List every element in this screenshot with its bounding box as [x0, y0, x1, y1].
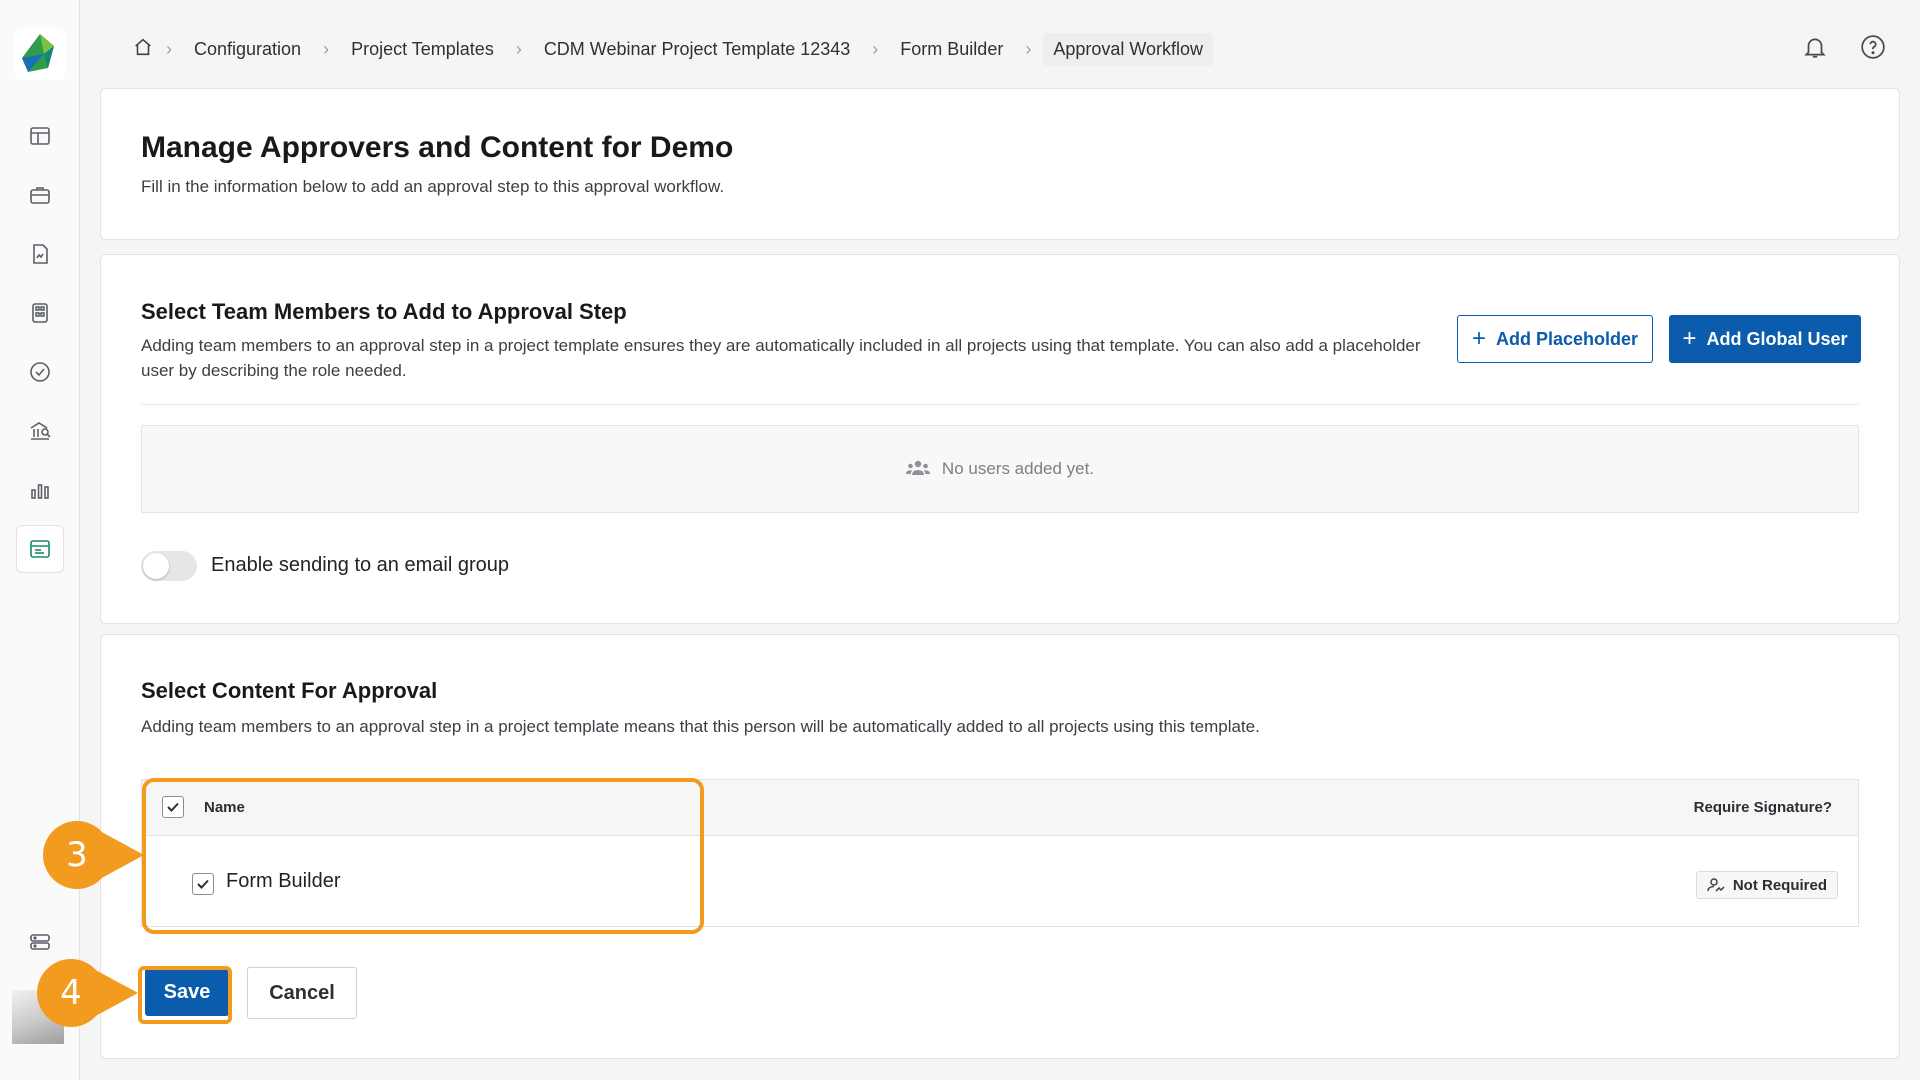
breadcrumb-configuration[interactable]: Configuration [184, 39, 311, 60]
breadcrumb-current: Approval Workflow [1043, 32, 1214, 66]
column-header-signature: Require Signature? [1693, 799, 1832, 816]
team-section-description: Adding team members to an approval step … [141, 336, 1421, 380]
step-3-highlight [142, 778, 704, 934]
step-3-number: 3 [66, 835, 88, 875]
content-section-description: Adding team members to an approval step … [141, 717, 1260, 736]
add-global-user-button[interactable]: + Add Global User [1669, 315, 1861, 363]
empty-state-text: No users added yet. [941, 459, 1095, 478]
page-description: Fill in the information below to add an … [141, 177, 725, 196]
topbar: › Configuration › Project Templates › CD… [80, 0, 1920, 88]
calculator-icon[interactable] [16, 289, 64, 337]
content-section-title: Select Content For Approval [141, 678, 438, 703]
help-icon[interactable] [1858, 32, 1888, 62]
document-icon[interactable] [16, 230, 64, 278]
step-4-number: 4 [60, 973, 82, 1013]
page-title: Manage Approvers and Content for Demo [141, 131, 734, 164]
toggle-knob [143, 553, 169, 579]
chevron-right-icon: › [515, 38, 522, 59]
signature-icon [1707, 878, 1725, 892]
briefcase-icon[interactable] [16, 171, 64, 219]
check-circle-icon[interactable] [16, 348, 64, 396]
breadcrumb: › Configuration › Project Templates › CD… [132, 32, 1214, 66]
layout-icon[interactable] [16, 112, 64, 160]
plus-icon: + [1471, 325, 1486, 352]
home-icon[interactable] [132, 36, 154, 63]
sidebar [0, 0, 80, 1080]
form-workflow-icon[interactable] [16, 525, 64, 573]
signature-status-badge[interactable]: Not Required [1695, 871, 1838, 899]
chevron-right-icon: › [323, 38, 330, 59]
team-members-card: Select Team Members to Add to Approval S… [100, 254, 1900, 624]
add-global-user-label: Add Global User [1706, 328, 1848, 349]
step-4-callout: 4 [30, 958, 140, 1033]
breadcrumb-project-templates[interactable]: Project Templates [341, 39, 504, 60]
users-icon [905, 460, 930, 475]
divider [141, 404, 1859, 405]
signature-status-text: Not Required [1732, 876, 1827, 894]
step-3-callout: 3 [36, 820, 146, 895]
add-placeholder-button[interactable]: + Add Placeholder [1457, 315, 1653, 363]
chevron-right-icon: › [872, 38, 879, 59]
app-logo[interactable] [14, 28, 66, 80]
plus-icon: + [1682, 325, 1697, 352]
cancel-button[interactable]: Cancel [247, 967, 357, 1019]
email-group-toggle[interactable] [141, 551, 197, 581]
breadcrumb-template[interactable]: CDM Webinar Project Template 12343 [534, 39, 860, 60]
institution-search-icon[interactable] [16, 407, 64, 455]
chevron-right-icon: › [1025, 38, 1032, 59]
users-empty-state: No users added yet. [141, 425, 1859, 513]
chevron-right-icon: › [166, 38, 172, 59]
add-placeholder-label: Add Placeholder [1495, 328, 1639, 349]
email-group-toggle-label: Enable sending to an email group [211, 554, 509, 576]
team-section-title: Select Team Members to Add to Approval S… [141, 299, 627, 324]
bell-icon[interactable] [1800, 32, 1830, 62]
bar-chart-icon[interactable] [16, 466, 64, 514]
step-4-highlight [138, 966, 232, 1024]
header-card: Manage Approvers and Content for Demo Fi… [100, 88, 1900, 240]
breadcrumb-form-builder[interactable]: Form Builder [890, 39, 1013, 60]
